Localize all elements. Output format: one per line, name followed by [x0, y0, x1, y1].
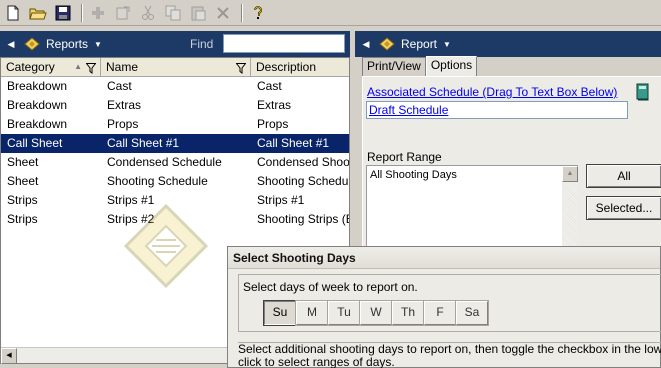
- collapse-left-icon[interactable]: ◀: [4, 39, 18, 50]
- sort-ascending-icon: ▲: [74, 62, 82, 71]
- find-label: Find: [190, 37, 214, 51]
- day-toggle-f[interactable]: F: [424, 301, 456, 325]
- cell-description: Shooting Strips (Ba: [257, 212, 349, 226]
- add-icon[interactable]: [87, 2, 109, 24]
- column-header-category[interactable]: Category ▲: [1, 58, 101, 77]
- tab-options[interactable]: Options: [425, 56, 478, 76]
- days-toggle-group: Su M Tu W Th F Sa: [264, 301, 488, 325]
- toolbar-separator: [81, 3, 83, 22]
- cell-category: Breakdown: [7, 98, 68, 112]
- tab-print-view[interactable]: Print/View: [362, 57, 426, 76]
- cell-name: Condensed Schedule: [107, 155, 222, 169]
- day-toggle-w[interactable]: W: [360, 301, 392, 325]
- cell-description: Props: [257, 117, 289, 131]
- draft-schedule-link[interactable]: Draft Schedule: [369, 103, 448, 117]
- report-icon: [379, 37, 395, 51]
- select-shooting-days-dialog: Select Shooting Days Select days of week…: [227, 246, 661, 368]
- day-toggle-th[interactable]: Th: [392, 301, 424, 325]
- cell-name: Extras: [107, 98, 142, 112]
- table-row[interactable]: Breakdown Cast Cast: [1, 77, 349, 96]
- table-row[interactable]: Sheet Condensed Schedule Condensed Shoot…: [1, 153, 349, 172]
- day-toggle-tu[interactable]: Tu: [328, 301, 360, 325]
- cell-description: Strips #1: [257, 193, 305, 207]
- scroll-left-icon[interactable]: ◀: [1, 348, 17, 364]
- scroll-up-icon[interactable]: ▲: [562, 166, 578, 182]
- dialog-instructions: Select additional shooting days to repor…: [238, 342, 661, 368]
- delete-icon[interactable]: [212, 2, 234, 24]
- find-input[interactable]: [223, 34, 345, 53]
- report-tabs: Print/View Options: [362, 56, 478, 77]
- save-icon[interactable]: [52, 2, 74, 24]
- help-icon[interactable]: [247, 2, 269, 24]
- day-toggle-sa[interactable]: Sa: [456, 301, 488, 325]
- all-button-label: All: [617, 169, 631, 183]
- cell-name: Shooting Schedule: [107, 174, 208, 188]
- report-range-label: Report Range: [367, 150, 442, 164]
- table-row[interactable]: Sheet Shooting Schedule Shooting Schedul…: [1, 172, 349, 191]
- cell-category: Strips: [7, 193, 38, 207]
- dialog-prompt: Select days of week to report on.: [243, 280, 418, 294]
- new-document-icon[interactable]: [2, 2, 24, 24]
- dialog-title: Select Shooting Days: [228, 247, 660, 269]
- cell-name: Cast: [107, 79, 132, 93]
- report-dropdown-icon[interactable]: ▼: [443, 40, 451, 49]
- table-row-selected[interactable]: Call Sheet Call Sheet #1 Call Sheet #1: [1, 134, 349, 153]
- copy-icon[interactable]: [162, 2, 184, 24]
- all-button[interactable]: All: [586, 164, 661, 188]
- cell-category: Breakdown: [7, 79, 68, 93]
- filter-icon[interactable]: [85, 61, 97, 79]
- filter-icon[interactable]: [235, 61, 247, 79]
- days-of-week-group: Select days of week to report on. Su M T…: [238, 274, 661, 332]
- cell-description: Extras: [257, 98, 292, 112]
- cell-category: Sheet: [7, 174, 39, 188]
- cell-description: Shooting Schedule: [257, 174, 349, 188]
- open-folder-icon[interactable]: [27, 2, 49, 24]
- instructions-line-2: click to select ranges of days.: [238, 355, 395, 368]
- day-toggle-su[interactable]: Su: [264, 301, 296, 325]
- cell-name: Props: [107, 117, 139, 131]
- collapse-right-icon[interactable]: ◀: [359, 39, 373, 50]
- properties-icon[interactable]: [112, 2, 134, 24]
- cell-category: Breakdown: [7, 117, 68, 131]
- cell-category: Call Sheet: [7, 136, 63, 150]
- day-toggle-m[interactable]: M: [296, 301, 328, 325]
- reports-watermark-icon: [123, 203, 209, 289]
- cell-description: Condensed Shootin: [257, 155, 349, 169]
- column-header-label: Description: [256, 60, 317, 74]
- reports-icon: [24, 37, 40, 51]
- column-header-label: Category: [6, 60, 55, 74]
- table-row[interactable]: Breakdown Props Props: [1, 115, 349, 134]
- cell-description: Cast: [257, 79, 282, 93]
- cut-icon[interactable]: [137, 2, 159, 24]
- list-item[interactable]: All Shooting Days: [370, 169, 457, 181]
- main-toolbar: [0, 0, 661, 26]
- report-title[interactable]: Report: [401, 37, 437, 51]
- column-header-label: Name: [106, 60, 139, 74]
- paste-icon[interactable]: [187, 2, 209, 24]
- reports-title[interactable]: Reports: [46, 37, 88, 51]
- selected-button-label: Selected...: [595, 201, 653, 215]
- table-row[interactable]: Breakdown Extras Extras: [1, 96, 349, 115]
- selected-button[interactable]: Selected...: [586, 196, 661, 220]
- cell-description: Call Sheet #1: [257, 136, 330, 150]
- cell-category: Strips: [7, 212, 38, 226]
- cell-name: Call Sheet #1: [107, 136, 180, 150]
- cell-category: Sheet: [7, 155, 39, 169]
- associated-schedule-link[interactable]: Associated Schedule (Drag To Text Box Be…: [367, 85, 617, 99]
- toolbar-separator: [241, 3, 243, 22]
- associated-schedule-field[interactable]: Draft Schedule: [366, 101, 628, 119]
- grid-header: Category ▲ Name Description: [1, 58, 349, 77]
- column-header-description[interactable]: Description: [251, 58, 349, 77]
- reports-panel-header: ◀ Reports ▼ Find: [0, 31, 350, 57]
- schedule-book-icon[interactable]: [635, 83, 651, 101]
- reports-dropdown-icon[interactable]: ▼: [94, 40, 102, 49]
- report-panel-header: ◀ Report ▼: [355, 31, 661, 57]
- column-header-name[interactable]: Name: [101, 58, 251, 77]
